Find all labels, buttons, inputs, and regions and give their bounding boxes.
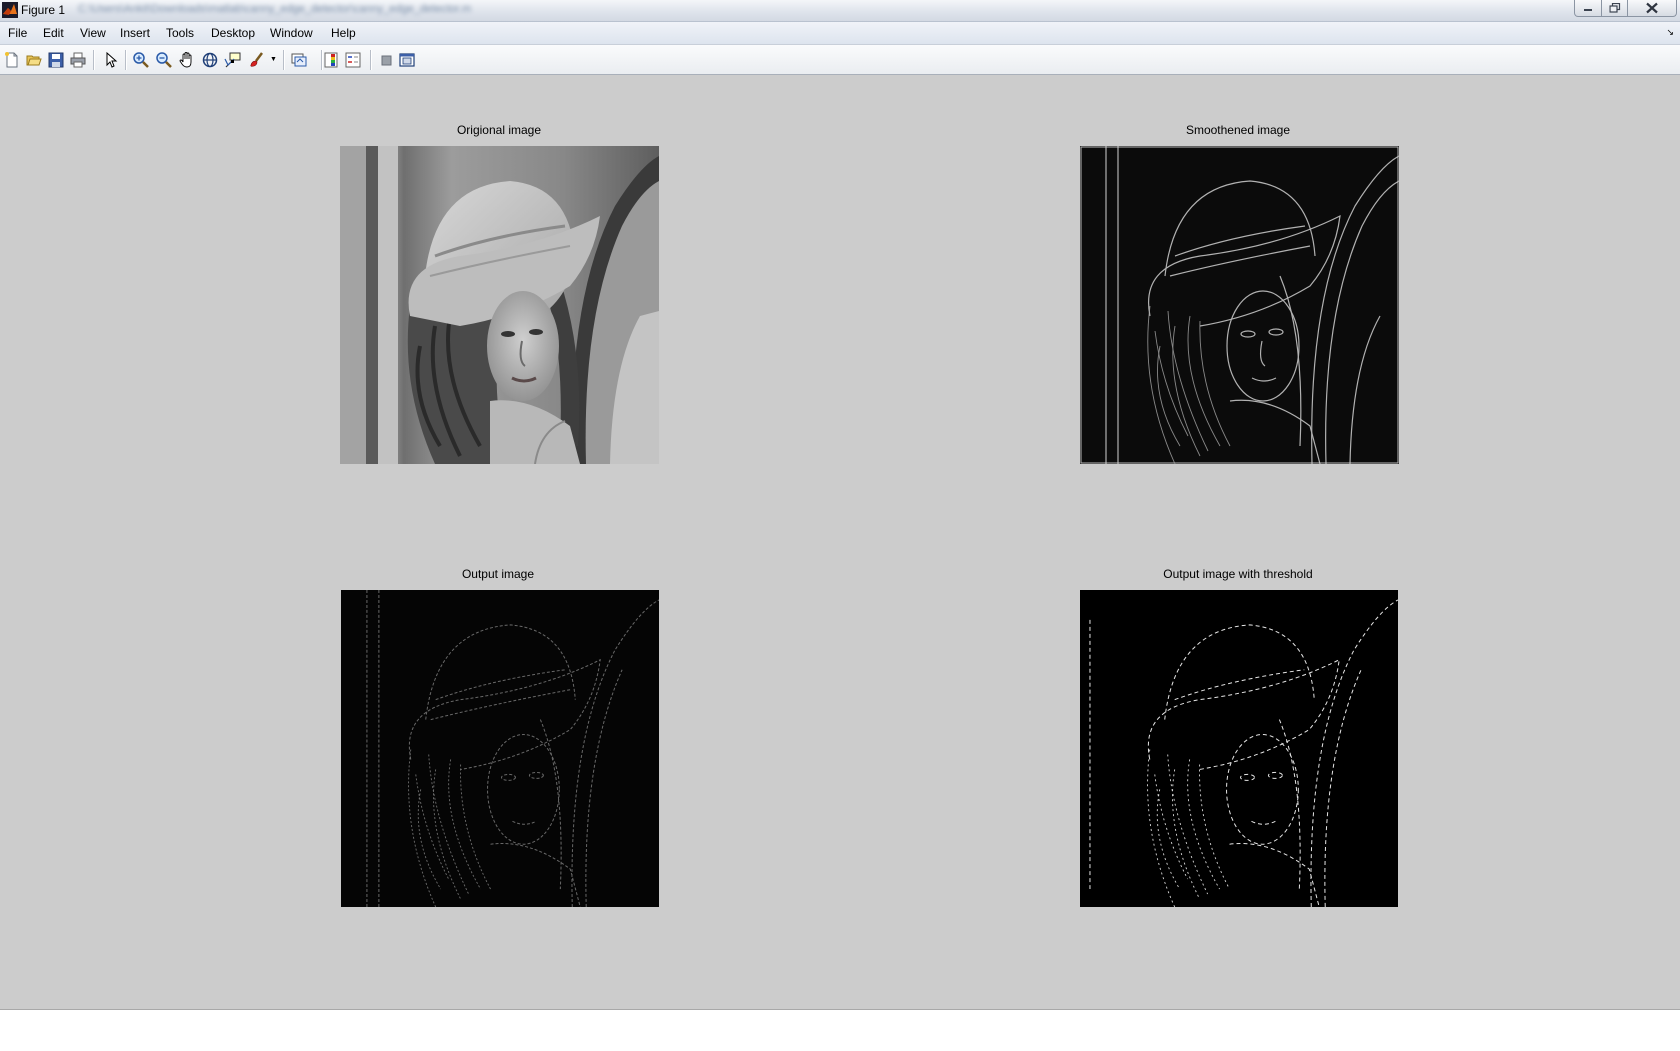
menu-tools[interactable]: Tools [166,26,194,40]
panel-title-output: Output image [461,567,535,581]
pan-hand-icon[interactable] [178,51,196,69]
menu-desktop[interactable]: Desktop [211,26,255,40]
title-bar[interactable]: Figure 1 C:\Users\Ankit\Downloads\matlab… [0,0,1680,22]
toolbar-separator [125,50,127,70]
zoom-out-icon[interactable] [155,51,173,69]
menu-bar: File Edit View Insert Tools Desktop Wind… [0,22,1680,45]
close-icon [1646,2,1658,14]
new-figure-icon[interactable] [3,51,21,69]
data-cursor-icon[interactable] [224,51,242,69]
show-plot-tools-icon[interactable] [398,51,416,69]
menu-file[interactable]: File [8,26,27,40]
minimize-icon [1584,9,1592,11]
close-button[interactable] [1627,0,1677,17]
panel-title-smoothened: Smoothened image [1185,123,1291,137]
figure-canvas: Origional image Smoothened image Output … [0,75,1680,1009]
save-icon[interactable] [47,51,65,69]
brush-dropdown-icon[interactable]: ▼ [270,56,277,63]
print-icon[interactable] [69,51,87,69]
zoom-in-icon[interactable] [132,51,150,69]
toolbar-separator [93,50,95,70]
restore-icon [1609,3,1620,13]
threshold-image[interactable] [1080,590,1398,907]
menu-help[interactable]: Help [331,26,356,40]
insert-legend-icon[interactable] [344,51,362,69]
minimize-button[interactable] [1574,0,1602,17]
panel-title-threshold: Output image with threshold [1163,567,1313,581]
menu-insert[interactable]: Insert [120,26,150,40]
edit-plot-arrow-icon[interactable] [102,51,120,69]
maximize-button[interactable] [1601,0,1628,17]
menu-view[interactable]: View [80,26,106,40]
dock-arrow-icon[interactable]: ↘ [1666,27,1674,38]
window-path-blurred: C:\Users\Ankit\Downloads\matlab\canny_ed… [78,3,472,15]
matlab-logo-icon [2,2,18,18]
status-bar [0,1009,1680,1051]
link-plot-icon[interactable] [290,51,308,69]
toolbar-separator [370,50,372,70]
smoothened-image[interactable] [1080,146,1399,464]
window-title: Figure 1 [21,3,66,17]
rotate-3d-icon[interactable] [201,51,219,69]
figure-toolbar: ▼ [0,45,1680,75]
menu-edit[interactable]: Edit [43,26,64,40]
output-image[interactable] [341,590,659,907]
original-image[interactable] [340,146,659,464]
insert-colorbar-icon[interactable] [322,51,340,69]
hide-plot-tools-icon[interactable] [377,51,395,69]
open-file-icon[interactable] [25,51,43,69]
panel-title-original: Origional image [456,123,542,137]
brush-icon[interactable] [248,51,266,69]
menu-window[interactable]: Window [270,26,313,40]
toolbar-separator [283,50,285,70]
figure-window: Figure 1 C:\Users\Ankit\Downloads\matlab… [0,0,1680,1051]
